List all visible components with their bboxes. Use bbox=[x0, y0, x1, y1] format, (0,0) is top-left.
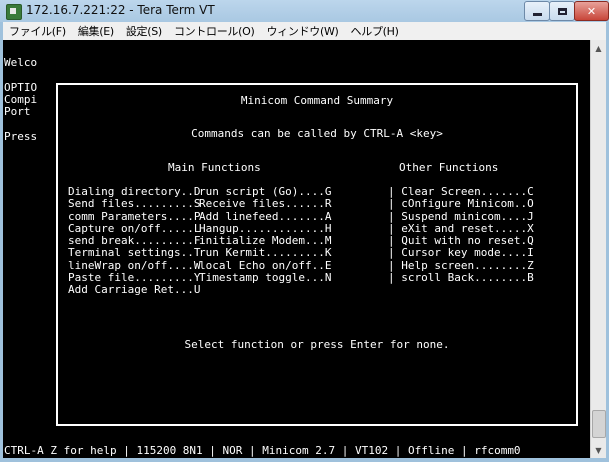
scroll-up-icon[interactable]: ▲ bbox=[591, 40, 606, 56]
vertical-scrollbar[interactable]: ▲ ▼ bbox=[590, 40, 606, 458]
command-item: Add Carriage Ret...U bbox=[68, 283, 201, 297]
background-line: Press bbox=[4, 129, 38, 143]
scroll-thumb[interactable] bbox=[592, 410, 606, 438]
close-icon: ✕ bbox=[586, 4, 597, 18]
command-item: | scroll Back........B bbox=[388, 271, 534, 285]
background-line: Port bbox=[4, 105, 31, 119]
maximize-icon bbox=[557, 7, 567, 15]
background-line bbox=[4, 118, 37, 130]
command-item: run Kermit.........K bbox=[199, 246, 332, 260]
window-title: 172.16.7.221:22 - Tera Term VT bbox=[26, 3, 215, 17]
menu-file[interactable]: ファイル(F) bbox=[3, 23, 72, 39]
menu-bar: ファイル(F) 編集(E) 設定(S) コントロール(O) ウィンドウ(W) ヘ… bbox=[3, 22, 606, 40]
dialog-footer: Select function or press Enter for none. bbox=[184, 338, 450, 351]
minicom-status-line: CTRL-A Z for help | 115200 8N1 | NOR | M… bbox=[4, 444, 521, 457]
close-button[interactable]: ✕ bbox=[574, 1, 609, 21]
minimize-button[interactable] bbox=[524, 1, 550, 21]
menu-edit[interactable]: 編集(E) bbox=[72, 23, 120, 39]
terminal-screen[interactable]: Welco OPTIO Compi Port Press Minicom Com… bbox=[3, 40, 590, 458]
menu-help[interactable]: ヘルプ(H) bbox=[345, 23, 405, 39]
dialog-title: Minicom Command Summary bbox=[240, 94, 394, 107]
minimize-icon bbox=[532, 12, 542, 16]
dialog-subtitle: Commands can be called by CTRL-A <key> bbox=[191, 127, 443, 140]
command-item: Send files.........S bbox=[68, 197, 201, 211]
command-item: Timestamp toggle...N bbox=[199, 271, 332, 285]
background-line bbox=[4, 69, 37, 81]
command-item: | cOnfigure Minicom..O bbox=[388, 197, 534, 211]
tera-term-icon[interactable] bbox=[6, 4, 22, 20]
command-item: | Cursor key mode....I bbox=[388, 246, 534, 260]
background-text: Welco OPTIO Compi Port Press bbox=[4, 56, 38, 143]
menu-control[interactable]: コントロール(O) bbox=[168, 23, 261, 39]
command-item: Receive files......R bbox=[199, 197, 332, 211]
main-functions-column: Dialing directory..D Send files.........… bbox=[68, 185, 201, 297]
title-bar[interactable]: 172.16.7.221:22 - Tera Term VT ✕ bbox=[0, 0, 609, 22]
scroll-down-icon[interactable]: ▼ bbox=[591, 442, 606, 458]
background-line: Welco bbox=[4, 56, 38, 69]
other-functions-column: | Clear Screen.......C | cOnfigure Minic… bbox=[388, 185, 534, 285]
main-functions-column-2: run script (Go)....G Receive files......… bbox=[199, 185, 332, 285]
command-summary-dialog: Minicom Command Summary Commands can be … bbox=[56, 83, 578, 426]
maximize-button[interactable] bbox=[549, 1, 575, 21]
menu-setup[interactable]: 設定(S) bbox=[120, 23, 168, 39]
menu-window[interactable]: ウィンドウ(W) bbox=[260, 23, 344, 39]
other-functions-heading: Other Functions bbox=[399, 161, 499, 174]
main-functions-heading: Main Functions bbox=[168, 161, 261, 174]
command-item: Terminal settings..T bbox=[68, 246, 201, 260]
